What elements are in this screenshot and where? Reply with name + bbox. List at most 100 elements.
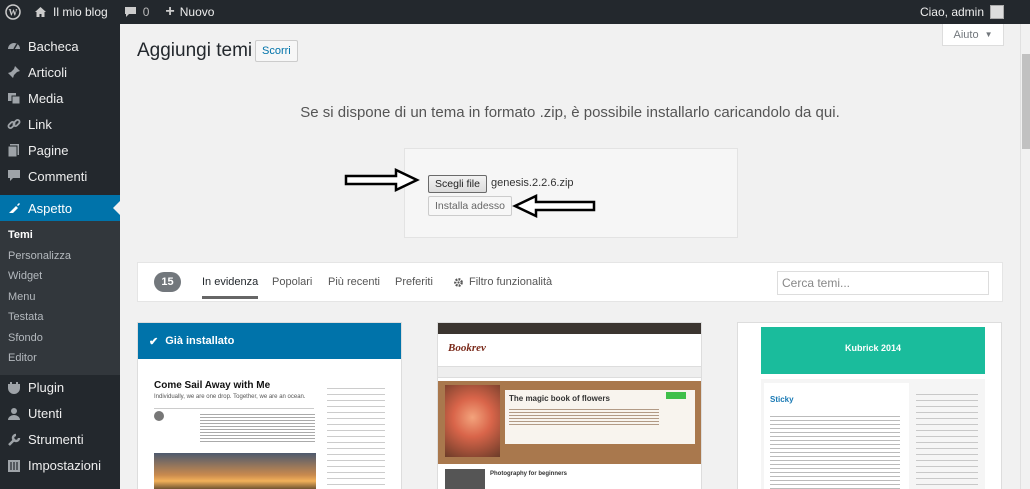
preview-widget-lines [327,383,385,489]
sidebar-item-label: Media [28,90,64,106]
sidebar-item-label: Plugin [28,380,65,395]
page-scrollbar[interactable] [1020,24,1030,489]
theme-count-badge: 15 [154,272,181,292]
preview-post-title: The magic book of flowers [509,394,610,403]
comments-count: 0 [142,5,150,19]
comments-icon [6,168,22,184]
selected-file-name: genesis.2.2.6.zip [491,177,574,189]
left-arrow-annotation [512,194,596,218]
help-label: Aiuto [953,28,979,41]
admin-bar: W Il mio blog 0 + Nuovo Ciao, admin [0,0,1030,24]
submenu-item-testata[interactable]: Testata [0,307,120,328]
account-menu[interactable]: Ciao, admin [912,0,1012,24]
dashboard-icon [6,38,22,54]
new-content-link[interactable]: + Nuovo [157,0,222,24]
sidebar-item-utenti[interactable]: Utenti [0,401,120,427]
sidebar-item-strumenti[interactable]: Strumenti [0,427,120,453]
sidebar-item-commenti[interactable]: Commenti [0,163,120,189]
media-icon [6,90,22,106]
preview-site-title: Bookrev [448,342,486,354]
users-icon [6,406,22,422]
tab-preferiti[interactable]: Preferiti [395,276,433,288]
sidebar-item-link[interactable]: Link [0,111,120,137]
preview-site-title: Kubrick 2014 [844,343,902,353]
plus-icon: + [165,3,175,20]
theme-card-bookrev[interactable]: Bookrev The magic book of flowers Photog… [437,322,702,489]
appearance-icon [6,200,22,216]
new-label: Nuovo [179,5,215,19]
sidebar-item-label: Aspetto [28,200,73,216]
sidebar-item-aspetto[interactable]: Aspetto [0,195,120,221]
gear-icon [454,277,463,287]
submenu-item-temi[interactable]: Temi [0,225,120,246]
greeting: Ciao, admin [919,5,984,19]
tools-icon [6,432,22,448]
preview-thumbnail [445,469,485,489]
search-themes-input[interactable]: Cerca temi... [777,271,989,295]
sidebar-item-plugin[interactable]: Plugin [0,375,120,401]
theme-preview-tagline: Individually, we are one drop. Together,… [154,394,306,400]
preview-sidebar-lines [916,389,978,489]
right-arrow-annotation [344,168,420,192]
upload-instructions: Se si dispone di un tema in formato .zip… [300,104,840,121]
sidebar-item-label: Bacheca [28,38,79,54]
scrollbar-thumb[interactable] [1022,54,1030,149]
sidebar-item-label: Strumenti [28,432,84,447]
tab-piu-recenti[interactable]: Più recenti [328,276,380,288]
installed-label: Già installato [165,335,235,347]
tab-in-evidenza[interactable]: In evidenza [202,276,259,299]
pages-icon [6,142,22,158]
theme-card-installed[interactable]: ✔ Già installato Come Sail Away with Me … [137,322,402,489]
sidebar-item-media[interactable]: Media [0,85,120,111]
submenu-item-menu[interactable]: Menu [0,287,120,308]
tab-popolari[interactable]: Popolari [272,276,312,288]
choose-file-button[interactable]: Scegli file [428,175,487,193]
preview-topbar [438,323,701,334]
avatar [990,5,1004,19]
admin-sidebar: Bacheca Articoli Media Link Pagine Commenti A… [0,24,120,489]
sidebar-item-label: Pagine [28,142,69,158]
comment-bubble-icon [124,7,136,17]
site-name: Il mio blog [53,5,108,19]
settings-icon [6,458,22,474]
browse-button[interactable]: Scorri [255,40,298,62]
preview-nav [438,366,701,378]
sidebar-item-label: Commenti [28,168,88,184]
submenu-item-widget[interactable]: Widget [0,266,120,287]
svg-text:W: W [9,8,18,18]
submenu-item-sfondo[interactable]: Sfondo [0,328,120,349]
help-button[interactable]: Aiuto ▼ [942,24,1004,46]
wordpress-logo-icon[interactable]: W [0,0,26,24]
sidebar-item-pagine[interactable]: Pagine [0,137,120,163]
upload-form: Scegli file genesis.2.2.6.zip Installa a… [404,148,738,238]
flower-image [445,385,500,457]
main-content: Aiuto ▼ Aggiungi temi Scorri Se si dispo… [120,24,1030,489]
submenu-item-editor[interactable]: Editor [0,348,120,369]
theme-card-kubrick[interactable]: Kubrick 2014 Sticky [737,322,1002,489]
feature-filter-label: Filtro funzionalità [469,276,553,288]
pin-icon [6,64,22,80]
home-icon [35,7,46,17]
preview-post-lines [770,413,900,489]
author-avatar [154,411,164,421]
installed-banner: ✔ Già installato [138,323,401,359]
theme-preview-headline: Come Sail Away with Me [154,380,271,391]
submenu-item-personalizza[interactable]: Personalizza [0,246,120,267]
triangle-down-icon: ▼ [984,30,993,39]
sidebar-item-impostazioni[interactable]: Impostazioni [0,453,120,479]
sidebar-item-bacheca[interactable]: Bacheca [0,33,120,59]
site-name-link[interactable]: Il mio blog [26,0,116,24]
sidebar-item-label: Articoli [28,64,68,80]
page-title: Aggiungi temi [137,40,253,61]
preview-badge [666,392,686,399]
preview-text-lines [200,412,315,442]
plugin-icon [6,380,22,396]
feature-filter-button[interactable]: Filtro funzionalità [453,276,552,288]
sidebar-item-articoli[interactable]: Articoli [0,59,120,85]
install-now-button[interactable]: Installa adesso [428,196,512,216]
sidebar-item-label: Impostazioni [28,458,101,473]
preview-second-post: Photography for beginners [490,471,568,477]
comments-link[interactable]: 0 [116,0,158,24]
sunset-image [154,453,316,489]
theme-filter-bar: 15 In evidenza Popolari Più recenti Pref… [137,262,1003,302]
